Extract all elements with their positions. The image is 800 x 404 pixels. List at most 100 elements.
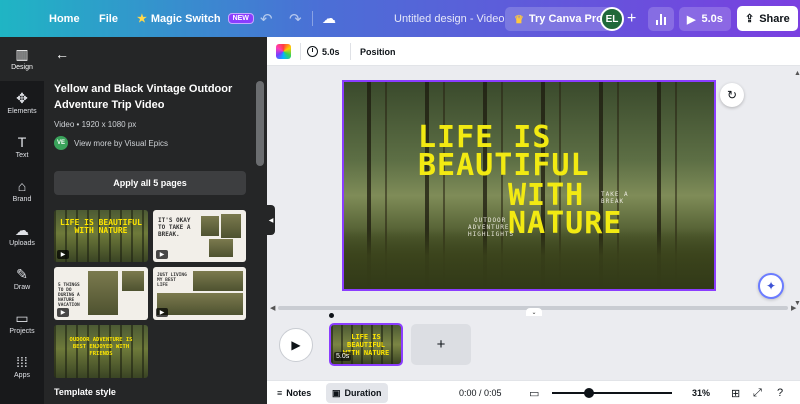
zoom-level[interactable]: 31% <box>692 381 710 404</box>
video-play-icon: ▶ <box>156 308 168 317</box>
headline-line-2[interactable]: BEAUTIFUL <box>418 151 590 181</box>
position-button[interactable]: Position <box>360 37 396 66</box>
zoom-slider[interactable] <box>552 392 672 394</box>
panel-scrollbar[interactable] <box>256 81 264 166</box>
magic-sparkle-icon[interactable]: ✦ <box>758 273 784 299</box>
rail-item-label: Design <box>11 64 33 71</box>
video-play-icon: ▶ <box>57 308 69 317</box>
template-page-thumbnail-2[interactable]: IT'S OKAY TO TAKE A BREAK. ▶ <box>153 210 246 262</box>
rail-item-elements[interactable]: ✥ Elements <box>0 81 44 125</box>
author-link[interactable]: VE View more by Visual Epics <box>54 136 168 150</box>
grid-view-icon[interactable]: ⊞ <box>731 381 740 404</box>
fullscreen-icon[interactable]: ⤢ <box>753 381 762 404</box>
new-badge: NEW <box>227 13 254 24</box>
crown-icon: ♛ <box>514 13 524 26</box>
author-label: View more by Visual Epics <box>74 138 168 148</box>
home-button[interactable]: Home <box>49 0 80 37</box>
apps-icon: ⁞⁞⁞ <box>16 354 28 370</box>
share-button[interactable]: ⇪ Share <box>737 6 798 31</box>
zoom-slider-handle[interactable] <box>584 388 594 398</box>
timeline-clip[interactable]: LIFE IS BEAUTIFUL WITH NATURE 5.0s <box>329 323 403 366</box>
design-icon: ▥ <box>15 46 29 62</box>
regenerate-icon[interactable]: ↻ <box>720 83 744 107</box>
left-rail: ▥ Design ✥ Elements T Text ⌂ Brand ☁ Upl… <box>0 37 44 404</box>
headline-line-4[interactable]: NATURE <box>508 209 622 239</box>
file-menu-button[interactable]: File <box>99 0 118 37</box>
rail-item-brand[interactable]: ⌂ Brand <box>0 169 44 213</box>
design-title[interactable]: Untitled design - Video <box>394 0 504 37</box>
cloud-save-icon[interactable]: ☁ <box>322 0 336 37</box>
thumbnail-text: LIFE IS BEAUTIFUL WITH NATURE <box>60 218 142 235</box>
scroll-left-icon[interactable]: ◀ <box>270 304 275 312</box>
template-page-thumbnail-5[interactable]: OUDOOR ADVENTURE IS BEST ENJOYED WITH FR… <box>54 325 148 378</box>
play-button[interactable]: ▶ <box>279 328 313 362</box>
notes-button[interactable]: ≡ Notes <box>277 381 311 404</box>
present-duration: 5.0s <box>701 13 723 25</box>
thumbnail-text: IT'S OKAY TO TAKE A BREAK. <box>158 217 191 238</box>
template-panel: ← Yellow and Black Vintage Outdoor Adven… <box>44 37 267 404</box>
rail-item-text[interactable]: T Text <box>0 125 44 169</box>
toolbar-divider <box>300 43 301 60</box>
notes-icon: ≡ <box>277 388 283 398</box>
scroll-right-icon[interactable]: ▶ <box>791 304 796 312</box>
small-text-3[interactable]: HIGHLIGHTS <box>468 231 514 238</box>
present-play-button[interactable]: ▶ 5.0s <box>679 7 731 31</box>
rail-item-design[interactable]: ▥ Design <box>0 37 44 81</box>
template-page-thumbnail-1[interactable]: LIFE IS BEAUTIFUL WITH NATURE ▶ <box>54 210 148 262</box>
help-icon[interactable]: ? <box>777 381 783 404</box>
magic-switch-button[interactable]: ★ Magic Switch NEW <box>137 0 254 37</box>
collapse-panel-handle[interactable]: ◀ <box>267 205 275 235</box>
toolbar-divider <box>350 43 351 60</box>
play-icon: ▶ <box>687 13 696 26</box>
small-text-1[interactable]: OUTDOOR <box>474 217 506 224</box>
redo-icon[interactable]: ↷ <box>289 0 302 37</box>
rail-item-apps[interactable]: ⁞⁞⁞ Apps <box>0 345 44 389</box>
context-toolbar: 5.0s Position <box>267 37 800 66</box>
rail-item-draw[interactable]: ✎ Draw <box>0 257 44 301</box>
duration-toggle-button[interactable]: ▣ Duration <box>326 383 388 403</box>
share-upload-icon: ⇪ <box>745 13 755 25</box>
clock-icon <box>307 46 318 57</box>
rail-item-projects[interactable]: ▭ Projects <box>0 301 44 345</box>
small-text-2[interactable]: ADVENTURE <box>468 224 510 231</box>
share-label: Share <box>759 12 790 25</box>
template-title: Yellow and Black Vintage Outdoor Adventu… <box>54 83 233 111</box>
toolbar-divider <box>312 11 313 26</box>
side-text-2[interactable]: BREAK <box>601 198 624 205</box>
add-collaborator-icon[interactable]: + <box>627 0 636 37</box>
undo-icon[interactable]: ↶ <box>260 0 273 37</box>
try-canva-pro-label: Try Canva Pro <box>528 13 603 25</box>
template-page-thumbnail-3[interactable]: 5 THINGS TO DO DURING A NATURE VACATION … <box>54 267 148 320</box>
film-icon: ▣ <box>332 387 341 398</box>
scroll-up-icon[interactable]: ▲ <box>794 70 800 77</box>
avatar[interactable]: EL <box>600 7 624 31</box>
apply-all-pages-button[interactable]: Apply all 5 pages <box>54 171 246 195</box>
page-fit-icon[interactable]: ▭ <box>529 381 539 404</box>
thumbnail-text: JUST LIVING MY BEST LIFE <box>157 273 187 288</box>
color-picker-icon[interactable] <box>276 44 291 59</box>
rail-item-uploads[interactable]: ☁ Uploads <box>0 213 44 257</box>
try-canva-pro-button[interactable]: ♛ Try Canva Pro <box>505 7 612 31</box>
top-bar: Home File ★ Magic Switch NEW ↶ ↷ ☁ Untit… <box>0 0 800 37</box>
brand-icon: ⌂ <box>17 178 27 194</box>
analytics-button[interactable] <box>648 7 674 31</box>
back-arrow-icon[interactable]: ← <box>55 46 69 62</box>
side-text-1[interactable]: TAKE A <box>601 191 629 198</box>
design-canvas[interactable]: LIFE IS BEAUTIFUL WITH NATURE TAKE A BRE… <box>342 80 716 291</box>
clip-duration: 5.0s <box>334 352 352 361</box>
playback-time: 0:00 / 0:05 <box>459 388 502 398</box>
thumbnail-text: 5 THINGS TO DO DURING A NATURE VACATION <box>58 283 80 308</box>
template-page-thumbnail-4[interactable]: JUST LIVING MY BEST LIFE ▶ <box>153 267 246 320</box>
bar-chart-icon <box>656 13 666 25</box>
footer-bar: ≡ Notes ▣ Duration 0:00 / 0:05 ▭ 31% ⊞ ⤢… <box>267 380 800 404</box>
uploads-icon: ☁ <box>15 222 29 238</box>
notes-label: Notes <box>286 388 312 398</box>
duration-toggle-label: Duration <box>344 388 382 398</box>
duration-button[interactable]: 5.0s <box>307 37 340 66</box>
rail-item-label: Brand <box>12 196 32 203</box>
projects-icon: ▭ <box>15 310 29 326</box>
template-style-heading: Template style <box>54 387 116 397</box>
add-page-button[interactable]: + <box>411 324 471 365</box>
magic-switch-label: Magic Switch <box>150 12 221 25</box>
playhead[interactable] <box>329 313 334 318</box>
